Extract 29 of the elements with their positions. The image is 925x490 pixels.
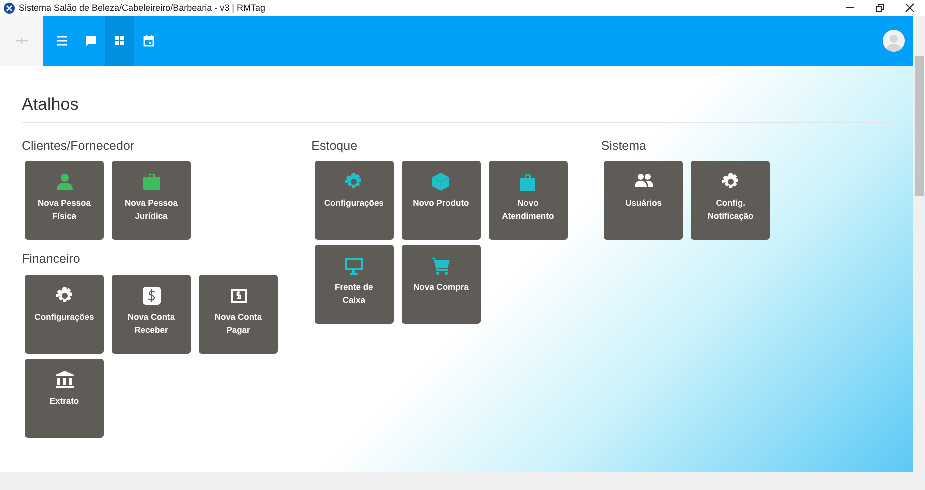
- shortcut-tile[interactable]: Extrato: [25, 359, 104, 438]
- close-icon: [905, 3, 915, 13]
- shortcut-tile[interactable]: Nova Pessoa Jurídica: [112, 161, 191, 240]
- chat-icon: [84, 35, 96, 47]
- shortcut-tile[interactable]: Configurações: [25, 275, 104, 354]
- restore-icon: [875, 3, 885, 13]
- shortcut-tile[interactable]: Novo Atendimento: [488, 161, 568, 240]
- section-title: Estoque: [312, 138, 359, 155]
- shortcut-tile[interactable]: Usuários: [604, 161, 684, 240]
- calendar-icon: [142, 35, 154, 47]
- menu-icon: [56, 35, 68, 47]
- page-title: Atalhos: [22, 92, 891, 122]
- shortcut-tile[interactable]: Nova Conta Receber: [112, 275, 191, 354]
- shortcut-tile[interactable]: Nova Pessoa Física: [25, 161, 104, 240]
- section-title: Clientes/Fornecedor: [22, 138, 136, 154]
- shortcut-tile[interactable]: Configurações: [314, 161, 394, 240]
- shortcut-tile[interactable]: Nova Compra: [402, 245, 481, 324]
- shortcut-tile[interactable]: Novo Produto: [402, 161, 481, 240]
- shortcut-tile[interactable]: Nova Conta Pagar: [199, 275, 278, 354]
- shortcut-tile[interactable]: Config. Notificação: [691, 161, 770, 240]
- grid-button[interactable]: [105, 16, 134, 66]
- shortcut-tile[interactable]: Frente de Caixa: [314, 245, 394, 324]
- logo-icon: [16, 37, 28, 45]
- section-title: Financeiro: [22, 251, 82, 268]
- app-icon: [4, 2, 15, 14]
- grid-icon: [114, 35, 126, 47]
- avatar-icon[interactable]: [883, 30, 905, 52]
- window-title: Sistema Salão de Beleza/Cabeleireiro/Barbearia - v3 | RMTag: [19, 2, 266, 15]
- section-title: Sistema: [601, 138, 648, 154]
